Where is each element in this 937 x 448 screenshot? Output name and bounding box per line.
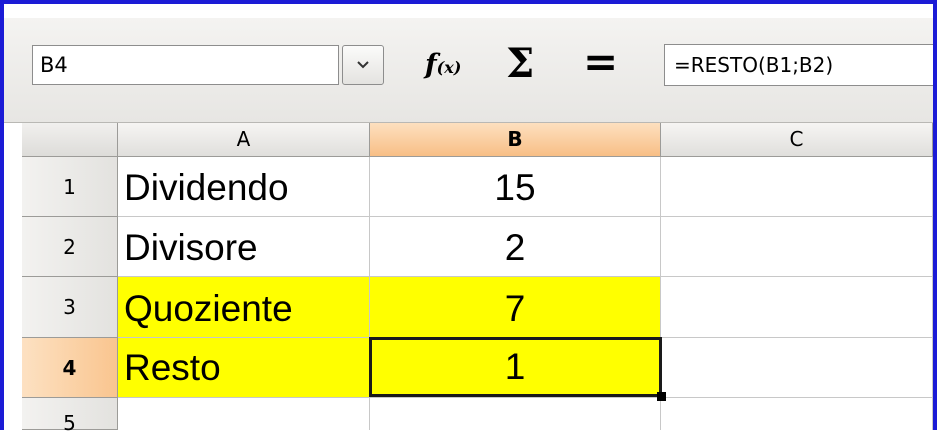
row-header-1[interactable]: 1 [22,157,118,217]
chevron-down-icon [357,61,369,69]
row-header-3[interactable]: 3 [22,277,118,338]
cell-a1[interactable]: Dividendo [118,157,370,217]
name-box[interactable]: B4 [32,45,339,85]
cell-b1[interactable]: 15 [370,157,661,217]
window-top-strip [4,4,933,18]
cell-b4[interactable]: 1 [370,338,661,398]
cell-c3[interactable] [661,277,933,338]
cell-b2[interactable]: 2 [370,217,661,277]
cell-c4[interactable] [661,338,933,398]
row-header-2[interactable]: 2 [22,217,118,277]
row-header-4[interactable]: 4 [22,338,118,398]
column-header-a[interactable]: A [118,123,370,157]
select-all-corner[interactable] [22,123,118,157]
cell-c5[interactable] [661,398,933,430]
sum-icon[interactable]: Σ [506,42,550,86]
function-wizard-icon[interactable]: f(x) [425,46,481,84]
column-header-b[interactable]: B [370,123,661,157]
cell-a2[interactable]: Divisore [118,217,370,277]
cell-a5[interactable] [118,398,370,430]
formula-input[interactable]: =RESTO(B1;B2) [664,44,933,86]
cell-c1[interactable] [661,157,933,217]
equals-icon[interactable]: = [583,40,627,84]
window-frame-right [933,0,937,430]
function-wizard-label: f(x) [425,49,462,80]
sheet-left-margin [4,123,22,430]
row-header-5[interactable]: 5 [22,398,118,435]
cell-a4[interactable]: Resto [118,338,370,398]
cell-c2[interactable] [661,217,933,277]
fill-handle[interactable] [657,392,666,401]
cell-b5[interactable] [370,398,661,430]
column-header-c[interactable]: C [661,123,933,157]
cell-b3[interactable]: 7 [370,277,661,338]
name-box-dropdown-button[interactable] [342,45,384,85]
cell-a3[interactable]: Quoziente [118,277,370,338]
